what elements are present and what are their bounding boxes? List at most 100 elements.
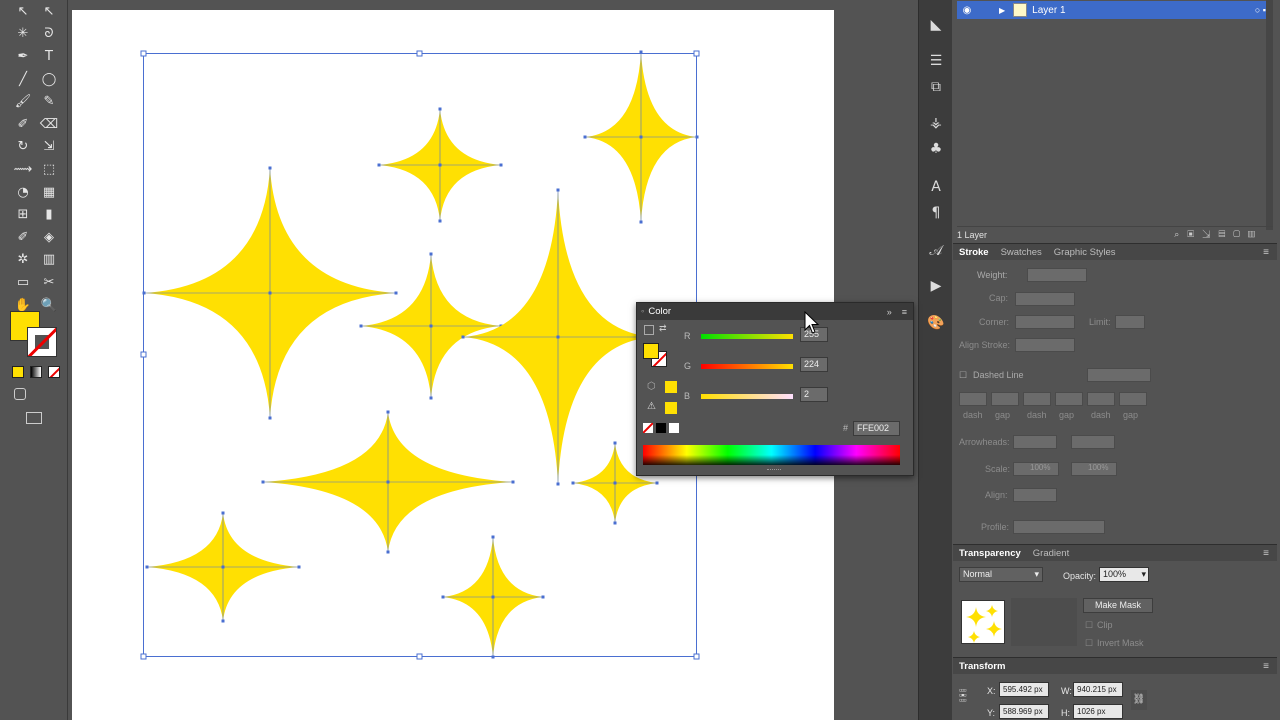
black-swatch[interactable] <box>656 423 666 433</box>
direct-selection-icon[interactable]: ↖ <box>36 0 62 23</box>
width-icon[interactable]: ⟿ <box>10 158 36 181</box>
corner-buttons[interactable] <box>1015 315 1075 329</box>
layers-scrollbar[interactable] <box>1266 0 1273 230</box>
r-slider[interactable] <box>701 334 793 339</box>
opacity-field[interactable]: 100% ▾ <box>1099 567 1149 582</box>
resize-grip[interactable] <box>767 469 781 472</box>
w-field[interactable]: 940.215 px <box>1073 682 1123 697</box>
gamut-swatch[interactable] <box>665 402 677 414</box>
dash-field[interactable] <box>1087 392 1115 406</box>
none-mode-button[interactable] <box>48 366 60 378</box>
transparency-thumbnail[interactable] <box>961 600 1005 644</box>
actions-icon[interactable]: ▶ <box>927 277 945 295</box>
tab-graphic-styles[interactable]: Graphic Styles <box>1048 247 1122 258</box>
type-icon[interactable]: T <box>36 45 62 68</box>
align-stroke-buttons[interactable] <box>1015 338 1075 352</box>
free-transform-icon[interactable]: ⬚ <box>36 158 62 181</box>
collapse-icon[interactable]: ◦ <box>641 306 644 317</box>
swap-colors-icon[interactable]: ⇄ <box>659 323 667 334</box>
perspective-icon[interactable]: ▦ <box>36 181 62 204</box>
arrowhead-start-select[interactable] <box>1013 435 1057 449</box>
visibility-eye-icon[interactable]: ◉ <box>957 5 977 16</box>
reference-point-icon[interactable]: ▫▫▫ ▫▪▫ ▫▫▫ <box>959 686 975 705</box>
eraser-icon[interactable]: ⌫ <box>36 113 62 136</box>
hex-field[interactable]: FFE002 <box>853 421 900 436</box>
pencil-icon[interactable]: ✎ <box>36 90 62 113</box>
h-field[interactable]: 1026 px <box>1073 704 1123 719</box>
tab-swatches[interactable]: Swatches <box>995 247 1048 258</box>
gap-field[interactable] <box>991 392 1019 406</box>
mask-area[interactable] <box>1011 598 1077 646</box>
symbols-icon[interactable]: ♣ <box>927 140 945 158</box>
tab-stroke[interactable]: Stroke <box>953 247 995 258</box>
paragraph-icon[interactable]: ¶ <box>927 204 945 222</box>
g-slider[interactable] <box>701 364 793 369</box>
scale-start-field[interactable]: 100% <box>1013 462 1059 476</box>
target-icon[interactable]: ○ ▪ <box>1255 5 1266 15</box>
eyedropper-icon[interactable]: ✐ <box>10 226 36 249</box>
magic-wand-icon[interactable]: ✳ <box>10 23 36 46</box>
web-safe-swatch[interactable] <box>665 381 677 393</box>
make-mask-button[interactable]: Make Mask <box>1083 598 1153 613</box>
artboard-icon[interactable]: ▭ <box>10 271 36 294</box>
draw-normal-icon[interactable] <box>14 388 26 400</box>
dash-field[interactable] <box>959 392 987 406</box>
b-slider[interactable] <box>701 394 793 399</box>
glyphs-icon[interactable]: 𝒜 <box>927 242 945 260</box>
panel-controls-icon[interactable]: » ≡ <box>887 307 907 317</box>
pathfinder-icon[interactable]: ⧉ <box>927 78 945 96</box>
color-fill-swatch[interactable] <box>643 343 659 359</box>
gap-field[interactable] <box>1119 392 1147 406</box>
layer-actions-icons[interactable]: ⌕▣⇲▤▢▥ <box>1174 229 1263 240</box>
out-of-web-gamut-icon[interactable]: ⬡ <box>647 381 656 392</box>
gamut-warning-icon[interactable]: ⚠ <box>647 401 656 412</box>
shape-builder-icon[interactable]: ◔ <box>10 181 36 204</box>
invert-mask-checkbox[interactable]: ☐ <box>1085 638 1093 649</box>
scale-end-field[interactable]: 100% <box>1071 462 1117 476</box>
gradient-icon[interactable]: ▮ <box>36 203 62 226</box>
blend-icon[interactable]: ◈ <box>36 226 62 249</box>
mesh-icon[interactable]: ⊞ <box>10 203 36 226</box>
clip-checkbox[interactable]: ☐ <box>1085 620 1093 631</box>
tab-transparency[interactable]: Transparency <box>953 548 1027 559</box>
cap-buttons[interactable] <box>1015 292 1075 306</box>
character-icon[interactable]: A <box>927 178 945 196</box>
expand-arrow-icon[interactable]: ▶ <box>999 6 1005 15</box>
panel-menu-icon[interactable]: ≡ <box>1263 247 1269 258</box>
white-swatch[interactable] <box>669 423 679 433</box>
weight-field[interactable] <box>1027 268 1087 282</box>
limit-field[interactable] <box>1115 315 1145 329</box>
default-colors-icon[interactable] <box>644 325 654 335</box>
line-icon[interactable]: ╱ <box>10 68 36 91</box>
x-field[interactable]: 595.492 px <box>999 682 1049 697</box>
color-panel[interactable]: ◦ Color » ≡ ⇄ ⬡ ⚠ R 255 G 224 B 2 # FFE0… <box>636 302 914 476</box>
dashed-line-checkbox[interactable]: ☐ <box>959 370 967 381</box>
stroke-color-swatch[interactable] <box>27 327 57 357</box>
color-panel-header[interactable]: ◦ Color » ≡ <box>637 303 913 320</box>
panel-menu-icon[interactable]: ≡ <box>1263 548 1269 559</box>
pen-icon[interactable]: ✒ <box>10 45 36 68</box>
color-spectrum-bar[interactable] <box>643 445 900 465</box>
layer-row[interactable]: ◉ ▶ Layer 1 ○ ▪ <box>957 1 1272 19</box>
profile-select[interactable] <box>1013 520 1105 534</box>
align-icon[interactable]: ☰ <box>927 52 945 70</box>
g-value-field[interactable]: 224 <box>800 357 828 372</box>
brushes-icon[interactable]: ⚶ <box>927 114 945 132</box>
color-panel-icon[interactable]: 🎨 <box>927 314 945 332</box>
color-mode-button[interactable] <box>12 366 24 378</box>
ellipse-icon[interactable]: ◯ <box>36 68 62 91</box>
lasso-icon[interactable]: ᘐ <box>36 23 62 46</box>
panel-menu-icon[interactable]: ≡ <box>1263 661 1269 672</box>
color-guide-icon[interactable]: ◣ <box>927 16 945 34</box>
none-color-swatch[interactable] <box>643 423 653 433</box>
dash-alignment-buttons[interactable] <box>1087 368 1151 382</box>
y-field[interactable]: 588.969 px <box>999 704 1049 719</box>
tab-transform[interactable]: Transform <box>953 661 1011 672</box>
arrow-align-buttons[interactable] <box>1013 488 1057 502</box>
screen-mode-icon[interactable] <box>26 412 42 424</box>
tab-gradient[interactable]: Gradient <box>1027 548 1075 559</box>
selection-icon[interactable]: ↖ <box>10 0 36 23</box>
constrain-proportions-icon[interactable]: ⛓ <box>1131 690 1147 710</box>
dash-field[interactable] <box>1023 392 1051 406</box>
gap-field[interactable] <box>1055 392 1083 406</box>
